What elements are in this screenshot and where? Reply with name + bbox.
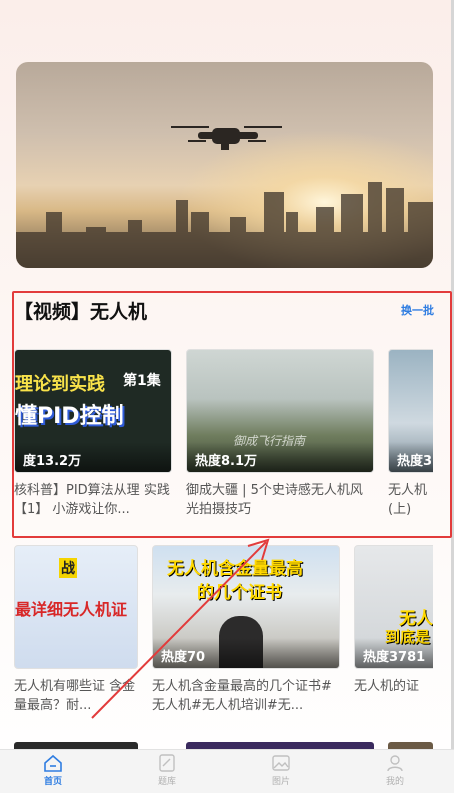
nav-profile[interactable]: 我的 xyxy=(365,754,425,787)
heat-label: 热度70 xyxy=(153,638,339,668)
nav-question-bank[interactable]: 题库 xyxy=(137,754,197,787)
video-thumbnail: 战 最详细 无人机证 xyxy=(14,545,138,669)
refresh-button[interactable]: 换一批 xyxy=(401,302,434,318)
video-title: 无人机的证 xyxy=(354,679,420,694)
video-title: 御成大疆 | 5个史诗感无人机风光拍摄技巧 xyxy=(186,483,363,517)
nav-label: 图片 xyxy=(271,777,290,787)
thumb-text: 的几个证书 xyxy=(197,583,282,603)
nav-label: 我的 xyxy=(385,777,404,787)
thumb-text: 第1集 xyxy=(123,373,161,389)
heat-label: 热度3781 xyxy=(355,638,433,668)
video-thumbnail: 无人机含金量最高 的几个证书 热度70 xyxy=(152,545,340,669)
heat-label: 度13.2万 xyxy=(15,442,171,472)
video-title: 无人机 (上) xyxy=(388,483,428,517)
video-card[interactable]: 理论到实践 第1集 懂PID控制 度13.2万 核科普】PID算法从理 实践【1… xyxy=(14,349,172,519)
video-card[interactable]: 无人 到底是 热度3781 无人机的证 xyxy=(354,545,433,715)
video-thumbnail: 热度3 xyxy=(388,349,433,473)
video-title: 无人机含金量最高的几个证书#无人机#无人机培训#无... xyxy=(152,679,332,713)
nav-home[interactable]: 首页 xyxy=(23,754,83,787)
heat-label: 热度3 xyxy=(389,442,433,472)
home-icon xyxy=(44,754,62,772)
thumb-text: 懂PID控制 xyxy=(15,404,124,429)
thumb-text: 无人机含金量最高 xyxy=(167,559,303,579)
user-icon xyxy=(387,755,403,772)
image-icon xyxy=(272,755,290,771)
video-card[interactable]: 战 最详细 无人机证 无人机有哪些证 含金量最高？耐... xyxy=(14,545,138,715)
nav-label: 题库 xyxy=(157,777,176,787)
banner-image xyxy=(16,62,433,268)
thumb-text: 最详细 xyxy=(15,600,64,619)
heat-label: 热度8.1万 xyxy=(187,442,373,472)
video-card[interactable]: 无人机含金量最高 的几个证书 热度70 无人机含金量最高的几个证书#无人机#无人… xyxy=(152,545,340,715)
video-title: 核科普】PID算法从理 实践【1】 小游戏让你... xyxy=(14,483,170,517)
nav-label: 首页 xyxy=(43,777,62,787)
question-bank-icon xyxy=(159,754,175,772)
video-title: 无人机有哪些证 含金量最高？耐... xyxy=(14,679,136,713)
thumb-text: 无人机证 xyxy=(63,600,128,619)
video-card[interactable]: 热度3 无人机 (上) xyxy=(388,349,433,519)
section-title: 【视频】无人机 xyxy=(14,301,148,323)
video-thumbnail: 无人 到底是 热度3781 xyxy=(354,545,433,669)
video-card[interactable]: 御成飞行指南 热度8.1万 御成大疆 | 5个史诗感无人机风光拍摄技巧 xyxy=(186,349,374,519)
video-thumbnail: 御成飞行指南 热度8.1万 xyxy=(186,349,374,473)
video-thumbnail: 理论到实践 第1集 懂PID控制 度13.2万 xyxy=(14,349,172,473)
thumb-text: 战 xyxy=(59,558,77,578)
nav-images[interactable]: 图片 xyxy=(251,754,311,787)
thumb-text: 理论到实践 xyxy=(15,374,105,395)
drone-banner[interactable] xyxy=(16,62,433,268)
bottom-nav: 首页 题库 图片 我的 xyxy=(0,749,454,793)
